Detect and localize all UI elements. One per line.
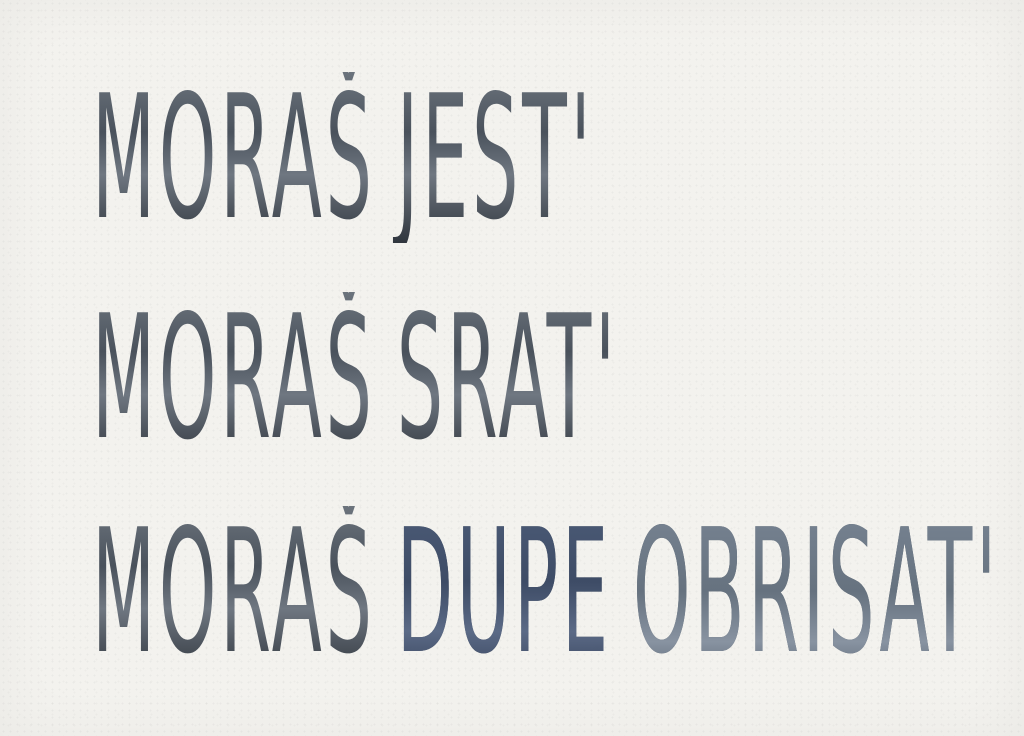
word-dupe: DUPE	[396, 491, 612, 692]
word-obrisat: OBRISAT'	[632, 491, 1000, 692]
handwritten-poem: MORAŠ JEST' MORAŠ SRAT' MORAŠ DUPE OBRISAT'	[0, 0, 1024, 736]
poem-line-1: MORAŠ JEST'	[92, 72, 594, 243]
word-moras: MORAŠ	[92, 57, 376, 258]
poem-line-2: MORAŠ SRAT'	[92, 292, 619, 463]
word-moras: MORAŠ	[92, 277, 376, 478]
poem-line-3: MORAŠ DUPE OBRISAT'	[92, 506, 1000, 677]
word-moras: MORAŠ	[92, 491, 376, 692]
word-jest: JEST'	[396, 57, 595, 258]
word-srat: SRAT'	[396, 277, 619, 478]
